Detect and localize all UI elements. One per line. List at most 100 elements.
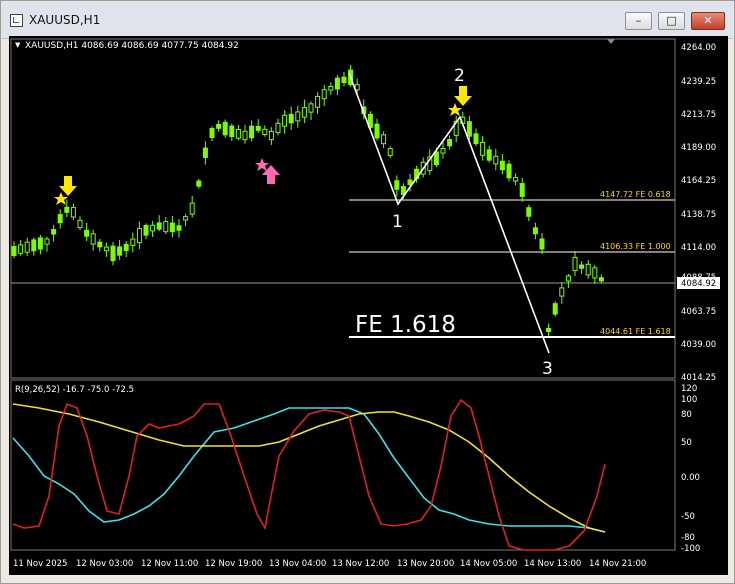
candle-body: [579, 264, 585, 269]
fibo-label-1618: 4044.61 FE 1.618: [600, 327, 671, 336]
candle-body: [255, 125, 261, 131]
candle-body: [519, 183, 525, 197]
chart-header-text: XAUUSD,H1 4086.69 4086.69 4077.75 4084.9…: [25, 41, 239, 51]
price-label: 4189.00: [681, 143, 716, 153]
price-axis: 4264.00 4239.25 4213.75 4189.00 4164.25 …: [681, 43, 716, 383]
chart-area[interactable]: ▼ XAUUSD,H1 4086.69 4086.69 4077.75 4084…: [9, 36, 728, 575]
indicator-axis: 120 100 80 50 0.00 -50 -80 -100: [681, 384, 700, 554]
candle-body: [44, 238, 50, 245]
candle-body: [176, 225, 182, 231]
chart-svg[interactable]: ▼ XAUUSD,H1 4086.69 4086.69 4077.75 4084…: [9, 36, 728, 575]
candles-group: [11, 64, 604, 337]
price-label: 4063.75: [681, 307, 716, 317]
scroll-marker-icon[interactable]: [607, 39, 615, 44]
price-label: 4213.75: [681, 110, 716, 120]
time-label: 14 Nov 05:00: [460, 559, 517, 569]
candle-body: [480, 141, 486, 156]
indicator-axis-label: 80: [681, 410, 692, 420]
current-price-label: 4084.92: [681, 279, 716, 289]
window-title: XAUUSD,H1: [29, 13, 101, 27]
candle-body: [275, 122, 281, 134]
candle-body: [70, 206, 76, 218]
indicator-axis-label: 50: [681, 438, 692, 448]
candle-body: [315, 95, 321, 108]
arrow-up-icon: [255, 158, 280, 184]
candle-body: [328, 85, 334, 91]
candle-body: [11, 246, 17, 256]
candle-body: [532, 227, 538, 235]
indicator-axis-label: 100: [681, 395, 697, 405]
time-label: 12 Nov 11:00: [141, 559, 198, 569]
time-label: 13 Nov 20:00: [397, 559, 454, 569]
maximize-icon: □: [666, 14, 677, 27]
candle-body: [249, 125, 255, 139]
wave-label-2: 2: [454, 66, 465, 86]
close-icon: ✕: [703, 14, 713, 27]
close-button[interactable]: ✕: [691, 12, 725, 30]
candle-body: [242, 130, 248, 141]
candle-body: [552, 303, 558, 315]
candle-body: [222, 121, 228, 136]
candle-body: [499, 160, 505, 171]
candle-body: [31, 239, 37, 252]
indicator-axis-label: -80: [681, 533, 695, 543]
candle-body: [103, 246, 109, 252]
candle-body: [585, 263, 591, 276]
candle-body: [559, 287, 565, 297]
arrow-down-icon: [54, 176, 77, 205]
candle-body: [97, 241, 103, 248]
indicator-label: R(9,26,52) -16.7 -75.0 -72.5: [15, 385, 134, 395]
candle-body: [84, 229, 90, 237]
candle-body: [229, 125, 235, 138]
indicator-panel-frame: [10, 379, 676, 551]
candle-body: [183, 216, 189, 221]
price-label: 4164.25: [681, 176, 716, 186]
minimize-button[interactable]: –: [625, 12, 652, 30]
wave-label-1: 1: [392, 212, 403, 232]
price-label: 4264.00: [681, 43, 716, 53]
price-label: 4239.25: [681, 77, 716, 87]
candle-body: [150, 224, 156, 232]
candle-body: [110, 245, 116, 262]
fibo-label-0618: 4147.72 FE 0.618: [600, 190, 671, 199]
time-label: 12 Nov 03:00: [76, 559, 133, 569]
candle-body: [433, 151, 439, 166]
candle-body: [130, 238, 136, 246]
candle-body: [394, 180, 400, 190]
title-bar[interactable]: XAUUSD,H1 – □ ✕: [2, 2, 733, 39]
arrow-down-icon: [448, 86, 472, 116]
candle-body: [301, 107, 307, 118]
candle-body: [598, 277, 604, 282]
time-label: 13 Nov 04:00: [269, 559, 326, 569]
candle-body: [117, 246, 123, 256]
fibo-label-1000: 4106.33 FE 1.000: [600, 242, 671, 251]
price-label: 4114.00: [681, 243, 716, 253]
candle-body: [486, 149, 492, 161]
candle-body: [493, 155, 499, 165]
candle-body: [18, 244, 24, 254]
chart-header-marker[interactable]: ▼: [15, 41, 21, 49]
maximize-button[interactable]: □: [658, 12, 685, 30]
candle-body: [526, 207, 532, 217]
candle-body: [77, 219, 83, 229]
time-label: 12 Nov 19:00: [205, 559, 262, 569]
candle-body: [143, 225, 149, 236]
indicator-axis-label: 0.00: [681, 473, 700, 483]
indicator-axis-label: -100: [681, 544, 700, 554]
candle-body: [90, 233, 96, 245]
candle-body: [513, 176, 519, 182]
candle-body: [196, 180, 202, 187]
candle-body: [321, 89, 327, 100]
candle-body: [295, 111, 301, 122]
candle-body: [123, 243, 129, 252]
candle-body: [24, 241, 30, 253]
candle-body: [189, 202, 195, 215]
indicator-cyan-line: [12, 407, 606, 533]
candle-body: [169, 222, 175, 233]
candle-body: [268, 130, 274, 141]
candle-body: [37, 237, 43, 250]
time-label: 14 Nov 13:00: [524, 559, 581, 569]
indicator-axis-label: 120: [681, 384, 697, 394]
candle-body: [282, 114, 288, 127]
time-label: 14 Nov 21:00: [589, 559, 646, 569]
